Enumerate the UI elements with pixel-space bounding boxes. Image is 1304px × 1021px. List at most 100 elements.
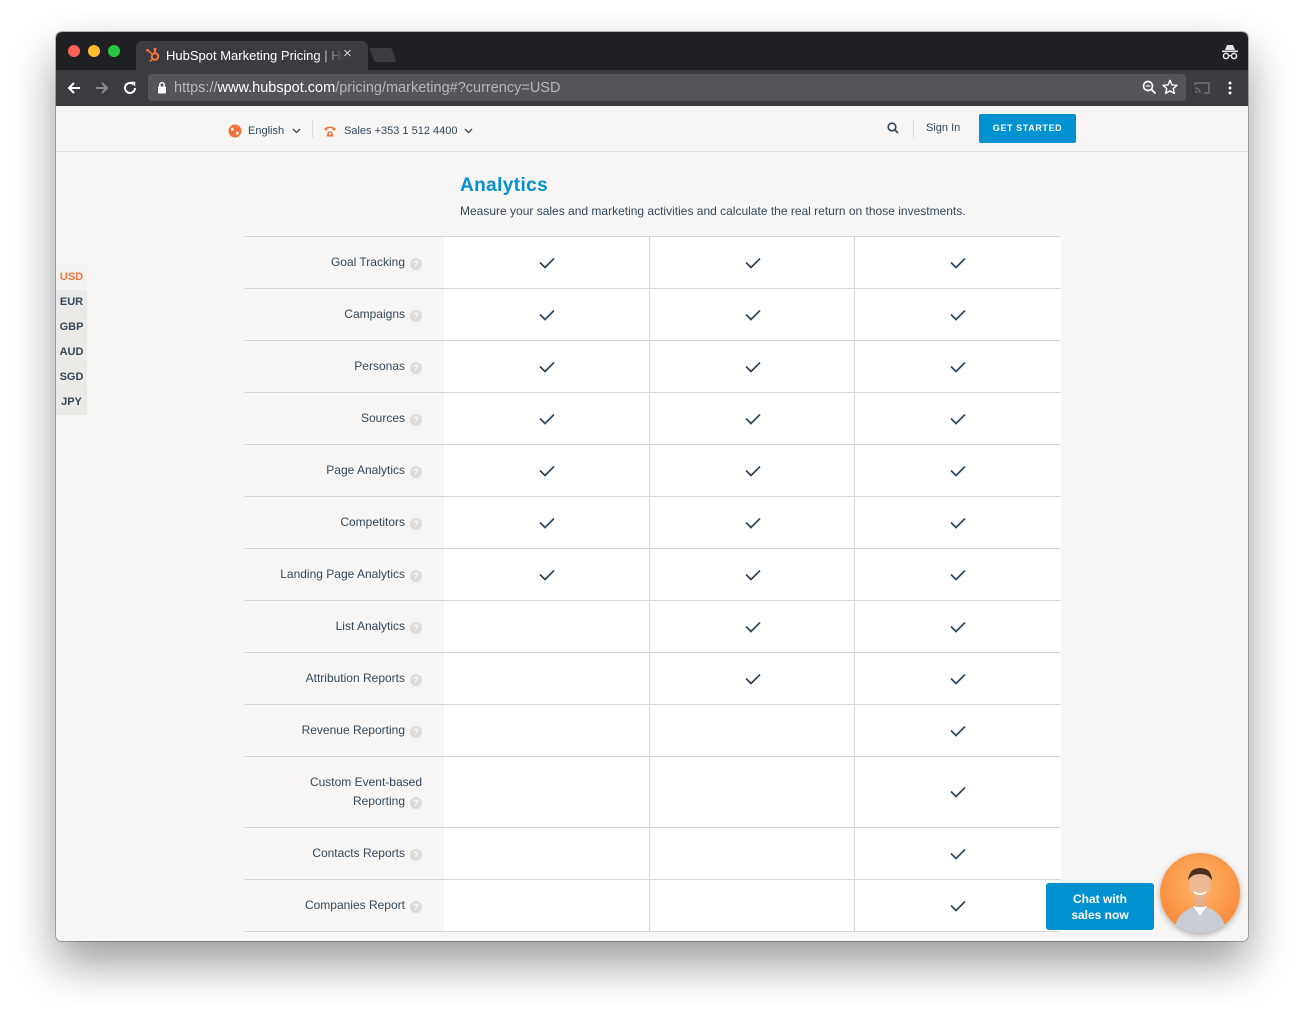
plan-cell-3	[854, 497, 1061, 548]
sales-rep-avatar-image	[1174, 868, 1226, 933]
browser-toolbar: https://www.hubspot.com/pricing/marketin…	[56, 70, 1248, 106]
help-tooltip-icon[interactable]: ?	[410, 310, 422, 322]
feature-name: Landing Page Analytics	[280, 567, 405, 581]
back-arrow-icon[interactable]	[65, 79, 83, 97]
help-tooltip-icon[interactable]: ?	[410, 258, 422, 270]
sales-phone-link[interactable]: Sales +353 1 512 4400	[344, 125, 457, 137]
help-tooltip-icon[interactable]: ?	[410, 726, 422, 738]
chat-line-1: Chat with	[1073, 891, 1127, 906]
checkmark-icon	[744, 309, 761, 321]
site-top-nav: English Sales +353 1 512 4400 Sign In GE…	[56, 106, 1248, 152]
plan-cell-3	[854, 757, 1061, 827]
feature-row: Personas?	[244, 340, 1061, 392]
zoom-icon[interactable]	[1142, 80, 1157, 95]
feature-name: Goal Tracking	[330, 255, 405, 269]
feature-label-cell: Campaigns?	[244, 289, 444, 340]
feature-row: Sources?	[244, 392, 1061, 444]
help-tooltip-icon[interactable]: ?	[410, 849, 422, 861]
chat-with-sales-button[interactable]: Chat with sales now	[1046, 883, 1154, 930]
feature-label-cell: Companies Report?	[244, 880, 444, 931]
help-tooltip-icon[interactable]: ?	[410, 901, 422, 913]
feature-label: Companies Report?	[305, 896, 422, 915]
help-tooltip-icon[interactable]: ?	[410, 414, 422, 426]
plan-cell-3	[854, 393, 1061, 444]
forward-arrow-icon[interactable]	[93, 79, 111, 97]
sales-rep-avatar[interactable]	[1160, 853, 1240, 933]
plan-cell-2	[649, 601, 855, 652]
feature-name: Campaigns	[344, 307, 405, 321]
close-window-button[interactable]	[68, 45, 80, 57]
plan-cell-1	[444, 653, 649, 704]
feature-label-cell: Custom Event-based Reporting?	[244, 757, 444, 827]
plan-cell-1	[444, 549, 649, 600]
menu-kebab-icon[interactable]	[1221, 79, 1239, 97]
feature-row: Page Analytics?	[244, 444, 1061, 496]
currency-option-gbp[interactable]: GBP	[56, 315, 87, 340]
feature-name: Contacts Reports	[312, 846, 405, 860]
help-tooltip-icon[interactable]: ?	[410, 570, 422, 582]
nav-divider	[913, 120, 914, 138]
feature-label-cell: Attribution Reports?	[244, 653, 444, 704]
feature-name: Page Analytics	[326, 463, 405, 477]
currency-option-jpy[interactable]: JPY	[56, 390, 87, 415]
chat-line-2: sales now	[1071, 907, 1129, 922]
feature-label-cell: Revenue Reporting?	[244, 705, 444, 756]
phone-icon	[324, 126, 336, 137]
bookmark-star-icon[interactable]	[1162, 79, 1178, 95]
checkmark-icon	[744, 257, 761, 269]
feature-label-cell: Personas?	[244, 341, 444, 392]
tab-close-icon[interactable]: ×	[343, 45, 352, 62]
feature-row: Contacts Reports?	[244, 827, 1061, 879]
currency-option-aud[interactable]: AUD	[56, 340, 87, 365]
checkmark-icon	[538, 361, 555, 373]
feature-label: Sources?	[361, 409, 422, 428]
new-tab-button[interactable]	[369, 48, 397, 62]
feature-row: Landing Page Analytics?	[244, 548, 1061, 600]
feature-label: Campaigns?	[344, 305, 422, 324]
search-icon[interactable]	[887, 122, 899, 134]
reload-icon[interactable]	[121, 79, 139, 97]
plan-cell-3	[854, 445, 1061, 496]
minimize-window-button[interactable]	[88, 45, 100, 57]
currency-option-eur[interactable]: EUR	[56, 290, 87, 315]
feature-row: List Analytics?	[244, 600, 1061, 652]
feature-label: Landing Page Analytics?	[280, 565, 422, 584]
checkmark-icon	[950, 621, 966, 633]
checkmark-icon	[538, 309, 555, 321]
get-started-button[interactable]: GET STARTED	[979, 114, 1076, 143]
feature-name: Personas	[354, 359, 405, 373]
plan-cell-3	[854, 289, 1061, 340]
plan-cell-1	[444, 757, 649, 827]
checkmark-icon	[950, 413, 966, 425]
help-tooltip-icon[interactable]: ?	[410, 674, 422, 686]
sign-in-link[interactable]: Sign In	[926, 122, 960, 134]
help-tooltip-icon[interactable]: ?	[410, 797, 422, 809]
feature-row: Attribution Reports?	[244, 652, 1061, 704]
currency-option-usd[interactable]: USD	[56, 265, 87, 290]
chevron-down-icon[interactable]	[292, 128, 301, 134]
checkmark-icon	[950, 848, 966, 860]
help-tooltip-icon[interactable]: ?	[410, 362, 422, 374]
cast-icon[interactable]	[1193, 79, 1211, 97]
address-bar[interactable]: https://www.hubspot.com/pricing/marketin…	[148, 74, 1186, 101]
chevron-down-icon[interactable]	[464, 128, 473, 134]
browser-tab[interactable]: HubSpot Marketing Pricing | HubSpot ×	[136, 41, 368, 70]
plan-cell-2	[649, 497, 855, 548]
feature-name: Revenue Reporting	[301, 723, 405, 737]
language-selector[interactable]: English	[248, 125, 284, 137]
checkmark-icon	[744, 673, 761, 685]
feature-label-cell: List Analytics?	[244, 601, 444, 652]
feature-name: Custom Event-based Reporting	[309, 775, 422, 808]
plan-cell-1	[444, 880, 649, 931]
plan-cell-3	[854, 601, 1061, 652]
help-tooltip-icon[interactable]: ?	[410, 518, 422, 530]
checkmark-icon	[950, 569, 966, 581]
plan-cell-2	[649, 341, 855, 392]
currency-option-sgd[interactable]: SGD	[56, 365, 87, 390]
help-tooltip-icon[interactable]: ?	[410, 622, 422, 634]
plan-cell-2	[649, 549, 855, 600]
checkmark-icon	[538, 413, 555, 425]
checkmark-icon	[538, 569, 555, 581]
maximize-window-button[interactable]	[108, 45, 120, 57]
help-tooltip-icon[interactable]: ?	[410, 466, 422, 478]
